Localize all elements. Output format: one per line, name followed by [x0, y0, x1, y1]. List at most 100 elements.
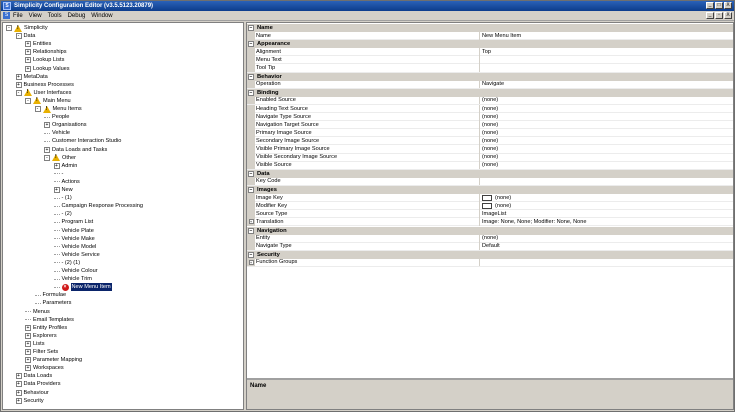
property-value[interactable]: Image: None, None; Modifier: None, None — [480, 218, 586, 226]
tree-node-label[interactable]: Security — [24, 397, 44, 405]
tree-node[interactable]: + Data Loads — [15, 372, 53, 380]
tree-node-label[interactable]: Parameters — [43, 299, 72, 307]
tree-node[interactable]: People — [44, 113, 69, 121]
tree-node[interactable]: Email Templates — [25, 316, 74, 324]
property-name[interactable]: Primary Image Source — [255, 128, 480, 137]
tree-node[interactable]: + Admin — [53, 162, 77, 170]
expand-icon[interactable]: + — [44, 122, 50, 129]
collapse-icon[interactable]: − — [248, 41, 254, 48]
property-value[interactable]: (none) — [480, 113, 498, 121]
tree-node[interactable]: + Parameter Mapping — [25, 356, 82, 364]
tree-node[interactable]: + Security — [15, 397, 44, 405]
tree-node-label[interactable]: People — [52, 113, 69, 121]
tree-node[interactable]: + Organisations — [44, 121, 87, 129]
property-value[interactable]: (none) — [480, 105, 498, 113]
collapse-icon[interactable]: − — [248, 251, 254, 258]
collapse-icon[interactable]: − — [248, 170, 254, 177]
tree-node-label[interactable]: Data Loads — [24, 372, 53, 380]
tree-node[interactable]: + Lists — [25, 340, 45, 348]
tree-node[interactable]: - (2) (1) — [53, 259, 80, 267]
tree-node-label[interactable]: Filter Sets — [33, 348, 58, 356]
property-name[interactable]: Key Code — [255, 177, 480, 186]
tree-node-label[interactable]: Formulae — [43, 291, 67, 299]
tree-node-label[interactable]: Explorers — [33, 332, 57, 340]
property-name[interactable]: Navigate Type — [255, 242, 480, 251]
tree-node-label[interactable]: Main Menu — [43, 97, 71, 105]
property-value[interactable]: (none) — [480, 202, 511, 210]
menu-window[interactable]: Window — [91, 13, 112, 19]
tree-node[interactable]: + Workspaces — [25, 364, 64, 372]
tree-node[interactable]: - (2) — [53, 210, 72, 218]
config-tree[interactable]: -Simplicity-Data+Entities+Relationships+… — [2, 22, 244, 410]
tree-node[interactable]: Vehicle Trim — [53, 275, 92, 283]
expand-icon[interactable]: + — [25, 357, 31, 364]
property-row[interactable]: Navigate Type Default — [247, 242, 733, 251]
tree-node[interactable]: Formulae — [34, 291, 67, 299]
tree-node[interactable]: Campaign Response Processing — [53, 202, 143, 210]
property-row[interactable]: Visible Source (none) — [247, 161, 733, 170]
property-value[interactable]: (none) — [480, 194, 511, 202]
tree-node-label[interactable]: Lookup Lists — [33, 56, 64, 64]
property-value[interactable]: (none) — [480, 129, 498, 137]
property-value[interactable] — [480, 56, 482, 64]
expand-icon[interactable]: + — [248, 259, 254, 265]
tree-node[interactable]: + New — [53, 186, 73, 194]
expand-icon[interactable]: + — [248, 219, 254, 225]
tree-node-label[interactable]: Data Providers — [24, 380, 61, 388]
tree-node[interactable]: + Lookup Lists — [25, 56, 64, 64]
expand-icon[interactable]: + — [53, 162, 60, 169]
property-value[interactable]: (none) — [480, 96, 498, 104]
maximize-button[interactable]: □ — [715, 2, 723, 9]
property-value[interactable]: ImageList — [480, 210, 506, 218]
property-name[interactable]: Navigate Type Source — [255, 112, 480, 121]
property-value[interactable] — [480, 258, 482, 266]
tree-node-label[interactable]: - — [62, 170, 64, 178]
tree-node[interactable]: - Main Menu — [25, 97, 71, 105]
tree-node[interactable]: + Relationships — [25, 48, 67, 56]
property-value[interactable]: Top — [480, 48, 491, 56]
property-name[interactable]: Enabled Source — [255, 96, 480, 105]
tree-node[interactable]: - Data — [15, 32, 36, 40]
tree-node[interactable]: - — [53, 170, 64, 178]
collapse-icon[interactable]: - — [34, 106, 41, 112]
collapse-icon[interactable]: − — [248, 187, 254, 193]
tree-node[interactable]: + Business Processes — [15, 81, 74, 89]
property-name[interactable]: Alignment — [255, 47, 480, 56]
property-name[interactable]: Modifier Key — [255, 201, 480, 210]
tree-node[interactable]: + Behaviour — [15, 389, 49, 397]
tree-node-label[interactable]: Other — [62, 154, 76, 162]
property-value[interactable]: New Menu Item — [480, 32, 521, 40]
mdi-close-button[interactable]: X — [724, 12, 732, 19]
expand-icon[interactable]: + — [25, 65, 31, 72]
tree-node[interactable]: - User Interfaces — [15, 89, 71, 97]
tree-node-label[interactable]: Parameter Mapping — [33, 356, 82, 364]
minimize-button[interactable]: _ — [706, 2, 714, 9]
tree-node-label[interactable]: Vehicle Model — [62, 243, 97, 251]
tree-node-label[interactable]: MetaData — [24, 73, 48, 81]
property-name[interactable]: Heading Text Source — [255, 104, 480, 113]
mdi-restore-button[interactable]: ▫ — [715, 12, 723, 19]
collapse-icon[interactable]: - — [6, 25, 12, 31]
property-value[interactable]: (none) — [480, 234, 498, 242]
collapse-icon[interactable]: - — [25, 97, 31, 104]
tree-node-label[interactable]: Data — [24, 32, 36, 40]
property-name[interactable]: Function Groups — [255, 258, 480, 267]
expand-icon[interactable]: + — [15, 381, 22, 388]
mdi-minimize-button[interactable]: _ — [706, 12, 714, 19]
menu-tools[interactable]: Tools — [48, 13, 62, 19]
expand-icon[interactable]: + — [15, 81, 22, 88]
tree-node-label[interactable]: Lookup Values — [33, 65, 70, 73]
collapse-icon[interactable]: - — [44, 154, 50, 161]
property-name[interactable]: Image Key — [255, 193, 480, 202]
tree-node[interactable]: - Other — [44, 154, 76, 162]
tree-node[interactable]: Program List — [53, 218, 93, 226]
tree-node[interactable]: × New Menu Item — [53, 283, 112, 292]
tree-node[interactable]: + Lookup Values — [25, 65, 70, 73]
expand-icon[interactable]: + — [25, 57, 31, 64]
document-icon[interactable]: S — [3, 12, 10, 19]
tree-node[interactable]: - Simplicity — [6, 24, 48, 32]
tree-node[interactable]: + Explorers — [25, 332, 57, 340]
expand-icon[interactable]: + — [25, 365, 31, 372]
property-name[interactable]: Name — [255, 31, 480, 40]
tree-node[interactable]: Vehicle Colour — [53, 267, 98, 275]
